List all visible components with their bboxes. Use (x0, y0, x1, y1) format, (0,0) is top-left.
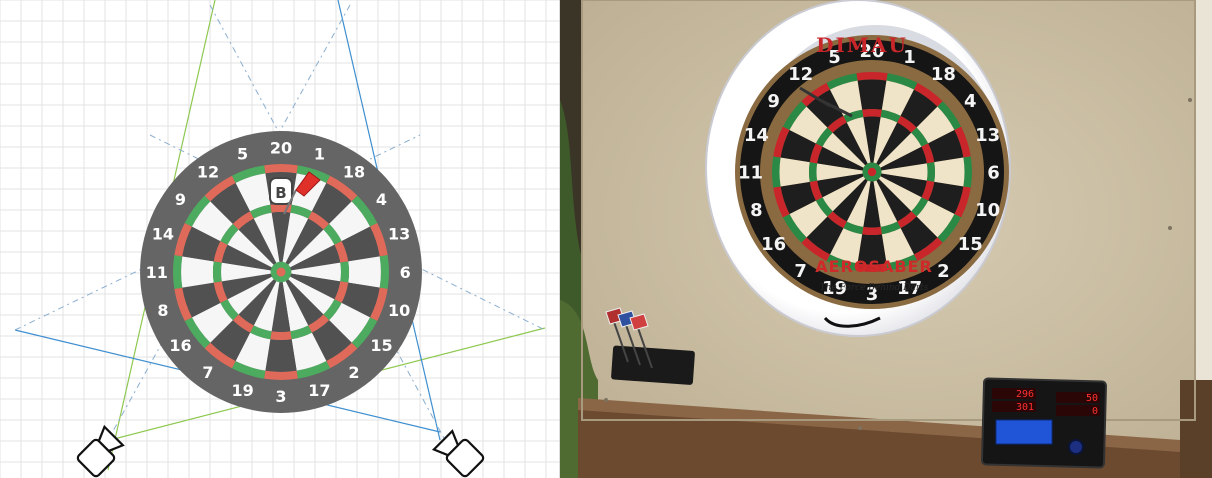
outer-single-segment (934, 157, 965, 187)
board-number: 16 (761, 234, 786, 255)
triple-ring-segment (809, 162, 818, 182)
rotary-knob[interactable] (1068, 439, 1084, 455)
double-ring-segment (379, 255, 389, 289)
board-number: 1 (314, 145, 325, 164)
double-ring-segment (264, 164, 298, 174)
screw (1168, 226, 1172, 230)
board-number: 11 (738, 163, 763, 184)
triple-ring-segment (340, 261, 350, 283)
board-number: 17 (308, 381, 330, 400)
triple-ring-segment (212, 261, 222, 283)
outer-single-segment (857, 79, 887, 110)
board-number: 18 (343, 162, 365, 181)
board-number: 20 (270, 139, 292, 158)
player2-score: 301 (1016, 402, 1034, 413)
outer-single-segment (265, 339, 297, 372)
outer-single-segment (181, 256, 214, 288)
tagline-text: The Force Behind Darts (820, 283, 929, 293)
board-number: 6 (987, 163, 1000, 184)
board-number: 12 (788, 64, 813, 85)
board-number: 5 (237, 145, 248, 164)
board-number: 4 (964, 91, 977, 112)
logo-badge: B (269, 177, 293, 205)
board-number: 14 (744, 125, 769, 146)
scene: 20 11841361015217319716811149125B 20 11841… (0, 0, 1212, 478)
triple-ring-segment (926, 162, 935, 182)
board-number: 8 (750, 200, 763, 221)
board-number: 10 (388, 301, 410, 320)
right-bottom-display: 0 (1092, 406, 1098, 417)
board-number: 6 (400, 263, 411, 282)
board-number: 3 (275, 387, 286, 406)
triple-ring-segment (862, 109, 882, 118)
triple-ring-segment (862, 226, 882, 235)
board-number: 18 (931, 64, 956, 85)
bullseye (867, 167, 877, 177)
screw (858, 426, 862, 430)
board-number: 15 (958, 234, 983, 255)
screw (604, 398, 608, 402)
bullseye (276, 267, 286, 277)
board-number: 2 (937, 261, 950, 282)
diagram-dartboard: 20 1 18 413 6 10 15 2 17 3 19 7 168 11 149 12 5 B (140, 131, 422, 413)
board-number: 2 (348, 363, 359, 382)
board-number: 4 (376, 190, 387, 209)
board-number: 10 (975, 200, 1000, 221)
double-ring-segment (963, 156, 973, 188)
double-ring-segment (173, 255, 183, 289)
board-number: 16 (169, 336, 191, 355)
board-number: 7 (202, 363, 213, 382)
board-number: 14 (152, 224, 174, 243)
double-ring-segment (856, 71, 888, 81)
triple-ring-segment (270, 331, 292, 341)
board-number: 8 (157, 301, 168, 320)
dartboard-photo-panel: 20 11841361015217319716811149125 DIMAU AE… (560, 0, 1212, 478)
screw (1188, 98, 1192, 102)
board-number: 19 (231, 381, 253, 400)
model-text: AEROSABER (815, 257, 933, 276)
board-number: 13 (975, 125, 1000, 146)
board-number: 13 (388, 224, 410, 243)
board-number: 15 (370, 336, 392, 355)
double-ring-segment (771, 156, 781, 188)
board-number: 9 (767, 91, 780, 112)
outer-single-segment (779, 157, 810, 187)
double-ring-segment (264, 370, 298, 380)
brand-text: DIMAU (816, 33, 908, 57)
dartboard-diagram-panel: 20 1 18 413 6 10 15 2 17 3 19 7 168 11 149 12 5 B (0, 0, 560, 478)
right-top-display: 50 (1086, 393, 1098, 404)
scoreboard-unit: 296 301 50 0 (980, 377, 1108, 469)
board-number: 11 (146, 263, 168, 282)
board-number: 12 (197, 162, 219, 181)
logo-letter: B (275, 184, 286, 202)
board-number: 9 (175, 190, 186, 209)
outer-single-segment (348, 256, 381, 288)
player1-score: 296 (1016, 389, 1034, 400)
lcd-screen (995, 419, 1053, 445)
board-number: 7 (794, 261, 807, 282)
